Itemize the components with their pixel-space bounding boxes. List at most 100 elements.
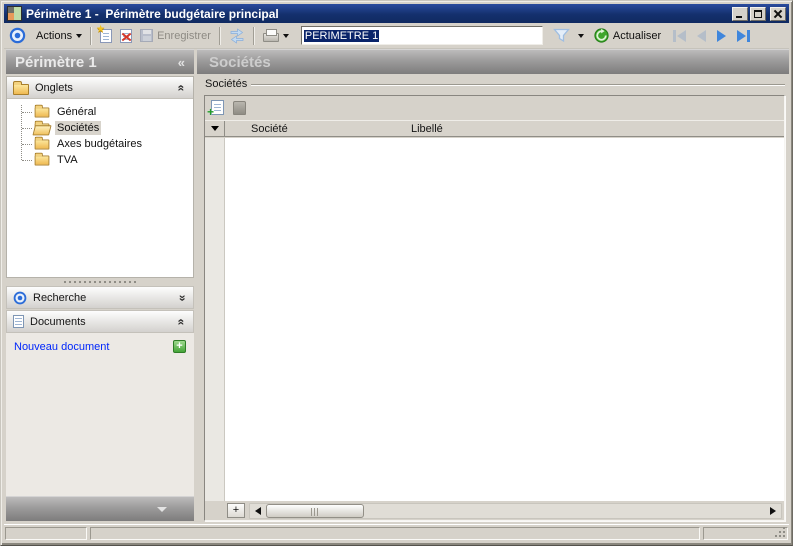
- splitter-grip-icon: [64, 281, 136, 283]
- delete-icon: [120, 28, 133, 43]
- folder-icon: [13, 80, 29, 95]
- maximize-button[interactable]: [750, 6, 766, 21]
- status-panel: [5, 527, 87, 540]
- maximize-icon: [754, 9, 762, 18]
- section-documents-label: Documents: [30, 315, 86, 328]
- group-box-label: Sociétés: [205, 78, 248, 90]
- save-label: Enregistrer: [157, 29, 211, 42]
- print-icon: [262, 29, 279, 42]
- tree-item-general[interactable]: Général: [7, 104, 193, 120]
- toolbar-separator: [252, 26, 255, 45]
- tree-item-label: TVA: [57, 154, 78, 166]
- tree-item-tva[interactable]: TVA: [7, 152, 193, 168]
- tabs-tree: Général Sociétés Axes budgétaires TVA: [7, 99, 193, 168]
- main-panel-title: Sociétés: [209, 53, 271, 71]
- next-record-icon: [717, 29, 727, 42]
- minimize-button[interactable]: [732, 6, 748, 21]
- new-document-icon: ★: [96, 24, 113, 43]
- main-toolbar: Actions ★ Enregistrer PERIMETRE 1 Actual…: [4, 23, 789, 49]
- grid-add-row-button[interactable]: +: [227, 503, 245, 518]
- group-box-rule: [251, 84, 785, 86]
- chevron-up-icon[interactable]: «: [175, 318, 189, 325]
- main-panel-header: Sociétés: [197, 49, 789, 74]
- last-record-icon: [737, 29, 747, 42]
- tree-item-label: Général: [57, 106, 97, 118]
- document-icon: [13, 315, 24, 328]
- column-header-libelle[interactable]: Libellé: [405, 121, 784, 136]
- row-indicator-column: [205, 138, 225, 501]
- save-icon: [140, 29, 154, 42]
- chevron-down-icon[interactable]: «: [175, 294, 189, 301]
- sidebar-header: Périmètre 1 «: [6, 49, 194, 74]
- actions-bullseye-icon: [9, 27, 26, 44]
- scroll-right-icon[interactable]: [770, 506, 776, 515]
- section-documents[interactable]: Documents «: [6, 310, 194, 333]
- new-document-button[interactable]: ★: [96, 24, 116, 45]
- last-record-button[interactable]: [737, 29, 751, 42]
- chevron-down-icon: [282, 33, 289, 38]
- horizontal-scrollbar[interactable]: [249, 502, 782, 519]
- record-navigator: [673, 29, 751, 42]
- documents-panel: Nouveau document +: [6, 333, 194, 496]
- delete-button[interactable]: [116, 27, 136, 45]
- resize-grip-icon[interactable]: [775, 527, 787, 539]
- chevron-down-icon: [157, 506, 167, 512]
- app-window: Périmètre 1 - Périmètre budgétaire princ…: [0, 0, 793, 546]
- previous-record-icon: [697, 29, 707, 42]
- row-indicator-header[interactable]: [205, 121, 225, 136]
- perimeter-input-value: PERIMETRE 1: [303, 29, 380, 42]
- folder-icon: [34, 136, 50, 150]
- grid-footer: +: [205, 501, 784, 520]
- tree-item-axes-budgetaires[interactable]: Axes budgétaires: [7, 136, 193, 152]
- save-button[interactable]: Enregistrer: [136, 27, 215, 44]
- refresh-button[interactable]: Actualiser: [613, 30, 661, 42]
- print-button[interactable]: [259, 27, 293, 44]
- column-header-label: Libellé: [411, 122, 443, 135]
- tree-item-label: Axes budgétaires: [57, 138, 142, 150]
- scroll-left-icon[interactable]: [255, 506, 261, 515]
- next-record-button[interactable]: [717, 29, 727, 42]
- open-folder-icon: [34, 120, 50, 134]
- filter-icon[interactable]: [552, 28, 570, 43]
- folder-icon: [34, 152, 50, 166]
- sidebar-collapse-icon[interactable]: «: [178, 55, 185, 70]
- new-document-link[interactable]: Nouveau document: [14, 341, 109, 353]
- grid-body: [205, 138, 784, 501]
- folder-icon: [34, 104, 50, 118]
- minimize-icon: [736, 15, 742, 18]
- actions-label: Actions: [36, 29, 73, 42]
- filter-dropdown-icon[interactable]: [577, 33, 584, 38]
- societes-group-box: + Société Libellé +: [204, 95, 785, 521]
- section-recherche-label: Recherche: [33, 291, 87, 304]
- grid-toolbar: +: [205, 96, 784, 120]
- section-onglets-label: Onglets: [35, 81, 73, 94]
- indicator-arrow-icon: [210, 126, 219, 131]
- sidebar-bottom-bar[interactable]: [6, 496, 194, 521]
- close-button[interactable]: [770, 6, 786, 21]
- add-row-icon[interactable]: +: [207, 100, 224, 119]
- tree-item-label: Sociétés: [55, 121, 102, 135]
- refresh-icon[interactable]: [594, 28, 609, 43]
- actions-button[interactable]: Actions: [32, 28, 86, 44]
- delete-row-icon[interactable]: [233, 101, 246, 115]
- app-icon[interactable]: [7, 6, 22, 21]
- first-record-icon: [677, 29, 687, 42]
- tree-item-societes[interactable]: Sociétés: [7, 120, 193, 136]
- add-document-button[interactable]: +: [173, 340, 186, 353]
- bullseye-icon: [13, 291, 27, 304]
- toolbar-separator: [218, 26, 221, 45]
- sync-button[interactable]: [225, 26, 249, 46]
- status-bar: [4, 524, 789, 542]
- sidebar-splitter[interactable]: [6, 278, 194, 286]
- section-recherche[interactable]: Recherche «: [6, 286, 194, 309]
- chevron-up-icon[interactable]: «: [175, 84, 189, 91]
- sidebar-title: Périmètre 1: [15, 53, 97, 71]
- column-header-label: Société: [251, 122, 288, 135]
- previous-record-button[interactable]: [697, 29, 707, 42]
- first-record-button[interactable]: [673, 29, 687, 42]
- perimeter-input[interactable]: PERIMETRE 1: [300, 26, 543, 45]
- scrollbar-thumb[interactable]: [266, 503, 364, 518]
- window-title: Périmètre 1 - Périmètre budgétaire princ…: [26, 6, 279, 21]
- column-header-societe[interactable]: Société: [225, 121, 405, 136]
- section-onglets[interactable]: Onglets «: [7, 77, 193, 99]
